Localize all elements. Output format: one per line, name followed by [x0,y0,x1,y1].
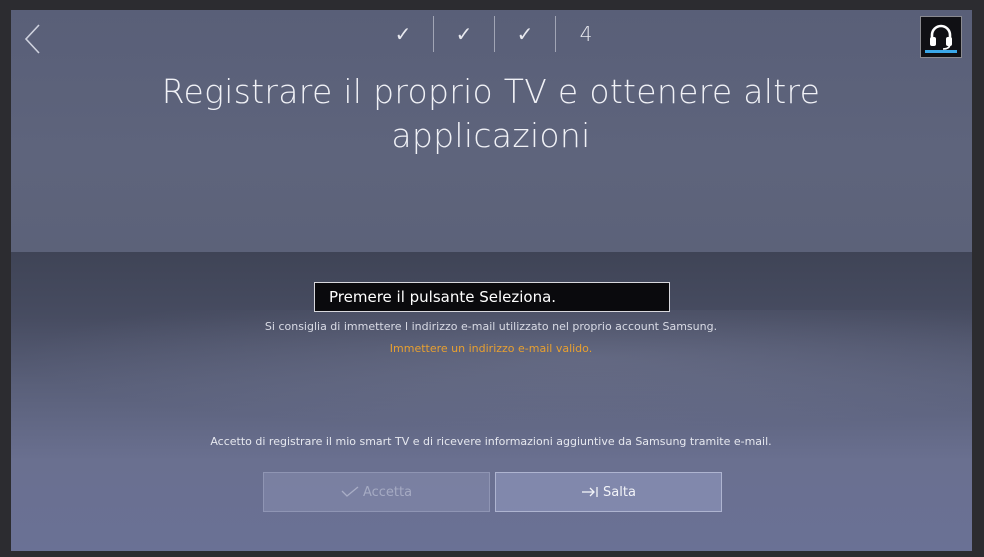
help-button[interactable] [920,16,962,58]
page-title-line-2: applicazioni [391,116,591,155]
check-icon [341,486,359,497]
back-button[interactable] [21,22,45,56]
accept-button[interactable]: Accetta [263,472,490,512]
step-number: 4 [579,22,593,46]
check-icon: ✓ [455,22,473,46]
page-title-line-1: Registrare il proprio TV e ottenere altr… [161,72,821,111]
email-input[interactable]: Premere il pulsante Seleziona. [314,282,670,312]
step-4-current: 4 [556,14,616,54]
step-indicator: ✓ ✓ ✓ 4 [373,14,616,54]
skip-button-label: Salta [603,484,636,500]
page-title: Registrare il proprio TV e ottenere altr… [91,70,891,158]
consent-text: Accetto di registrare il mio smart TV e … [210,435,772,448]
skip-arrow-icon [582,487,598,497]
email-error-message: Immettere un indirizzo e-mail valido. [389,342,593,355]
tv-frame: ✓ ✓ ✓ 4 Registrare il proprio TV e otten… [0,0,984,557]
email-hint: Si consiglia di immettere l indirizzo e-… [264,320,718,333]
check-icon: ✓ [516,22,534,46]
accept-button-label: Accetta [362,484,413,500]
registration-screen: ✓ ✓ ✓ 4 Registrare il proprio TV e otten… [11,10,972,551]
chevron-left-icon [24,24,40,54]
help-indicator-bar [925,50,957,53]
step-1: ✓ [373,14,433,54]
step-2: ✓ [434,14,494,54]
skip-button[interactable]: Salta [495,472,722,512]
check-icon: ✓ [394,22,412,46]
step-3: ✓ [495,14,555,54]
